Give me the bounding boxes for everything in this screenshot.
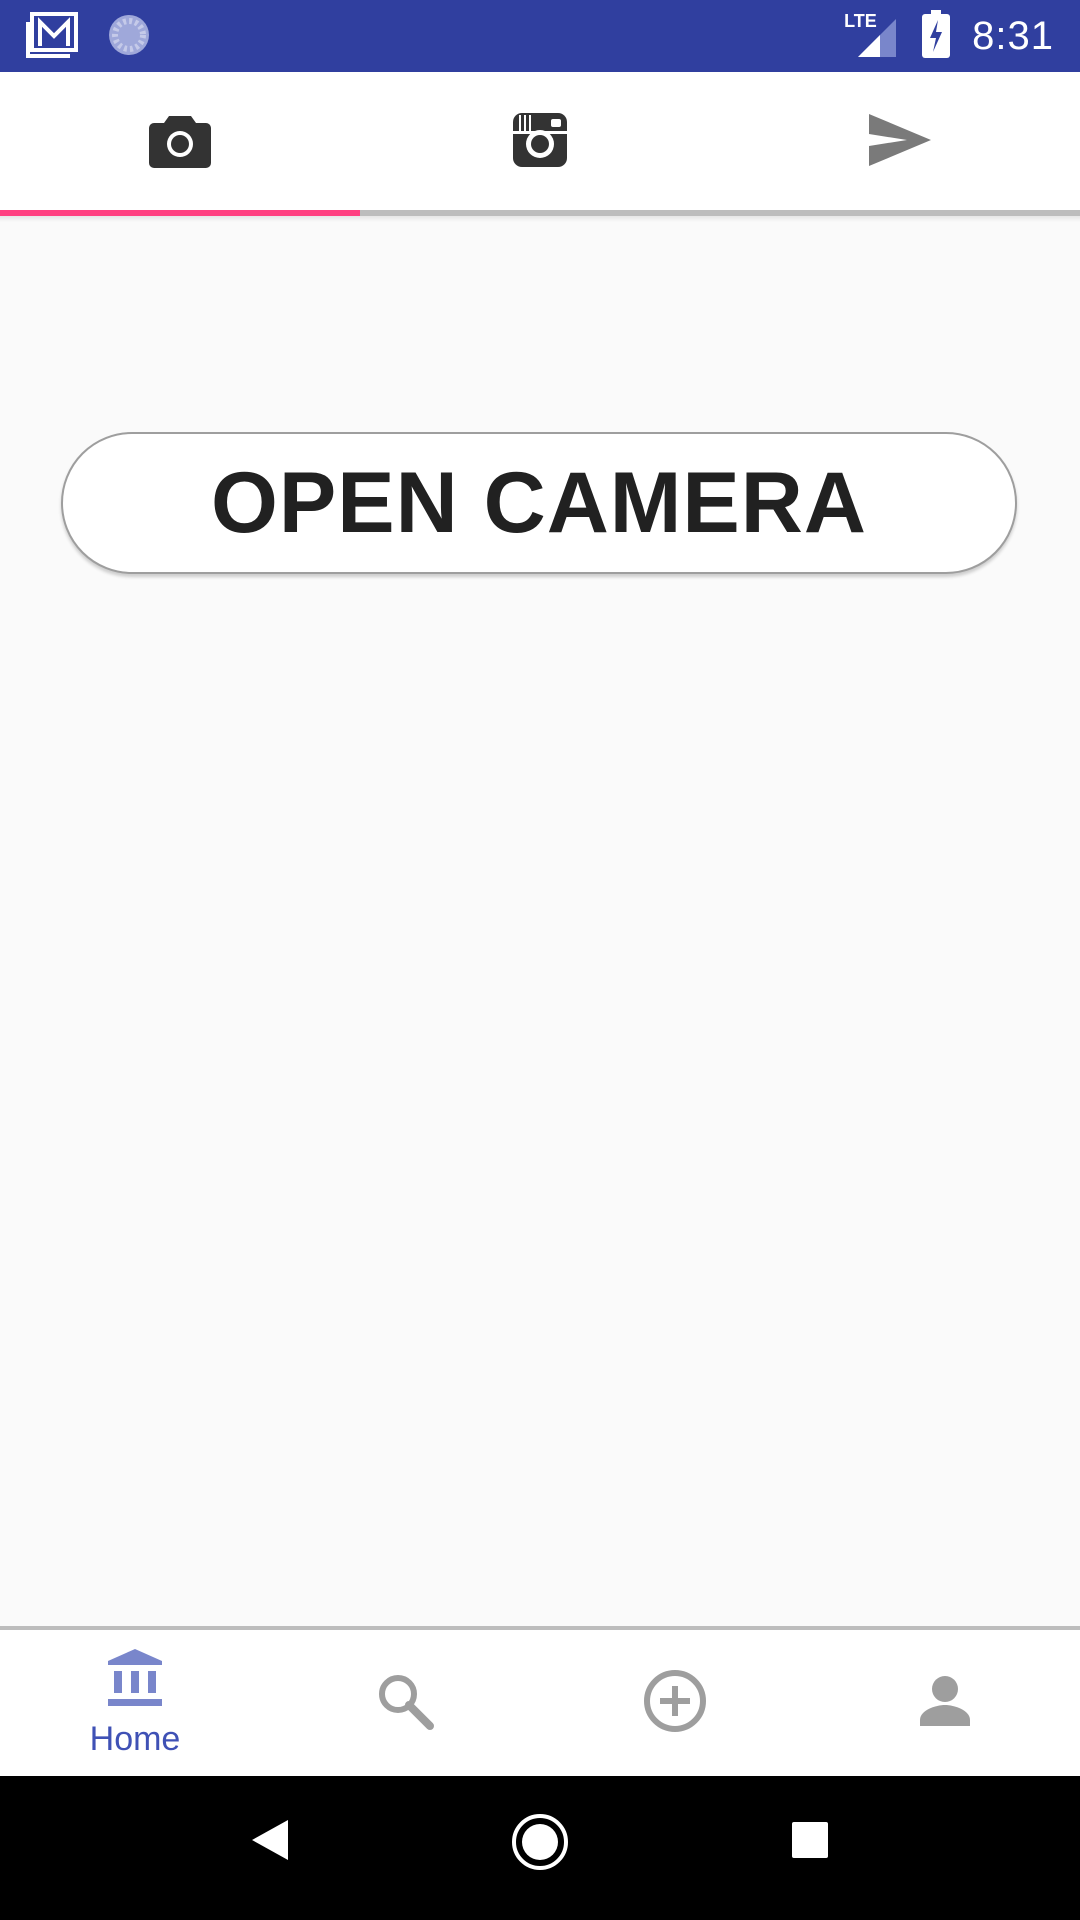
status-bar-right: LTE 8:31 bbox=[844, 0, 1054, 72]
open-camera-label: OPEN CAMERA bbox=[210, 454, 868, 551]
bottom-nav-home[interactable]: Home bbox=[0, 1630, 270, 1776]
send-icon bbox=[867, 112, 933, 173]
status-bar-left bbox=[26, 12, 152, 63]
bottom-navigation: Home bbox=[0, 1630, 1080, 1776]
home-icon[interactable] bbox=[510, 1812, 570, 1877]
home-bank-icon bbox=[106, 1647, 164, 1714]
sync-icon bbox=[106, 12, 152, 63]
top-tab-bar bbox=[0, 72, 1080, 212]
signal-icon: LTE bbox=[844, 11, 900, 59]
bottom-nav-profile[interactable] bbox=[810, 1630, 1080, 1776]
bottom-nav-add[interactable] bbox=[540, 1630, 810, 1776]
back-icon[interactable] bbox=[248, 1816, 292, 1869]
bottom-nav-home-label: Home bbox=[89, 1720, 181, 1758]
add-circle-icon bbox=[643, 1669, 707, 1738]
status-time: 8:31 bbox=[972, 13, 1054, 58]
recents-icon[interactable] bbox=[790, 1820, 830, 1865]
instagram-camera-icon bbox=[511, 111, 569, 174]
system-navigation-bar bbox=[0, 1776, 1080, 1920]
tab-instagram[interactable] bbox=[360, 72, 720, 212]
bottom-nav-search[interactable] bbox=[270, 1630, 540, 1776]
gmail-icon bbox=[26, 12, 80, 63]
person-icon bbox=[918, 1674, 972, 1733]
battery-charging-icon bbox=[922, 9, 951, 63]
tab-camera[interactable] bbox=[0, 72, 360, 212]
search-icon bbox=[376, 1672, 434, 1735]
status-bar: LTE 8:31 bbox=[0, 0, 1080, 72]
tab-send[interactable] bbox=[720, 72, 1080, 212]
tab-bar-shadow bbox=[0, 216, 1080, 222]
open-camera-button[interactable]: OPEN CAMERA bbox=[61, 432, 1017, 574]
camera-icon bbox=[149, 112, 211, 173]
